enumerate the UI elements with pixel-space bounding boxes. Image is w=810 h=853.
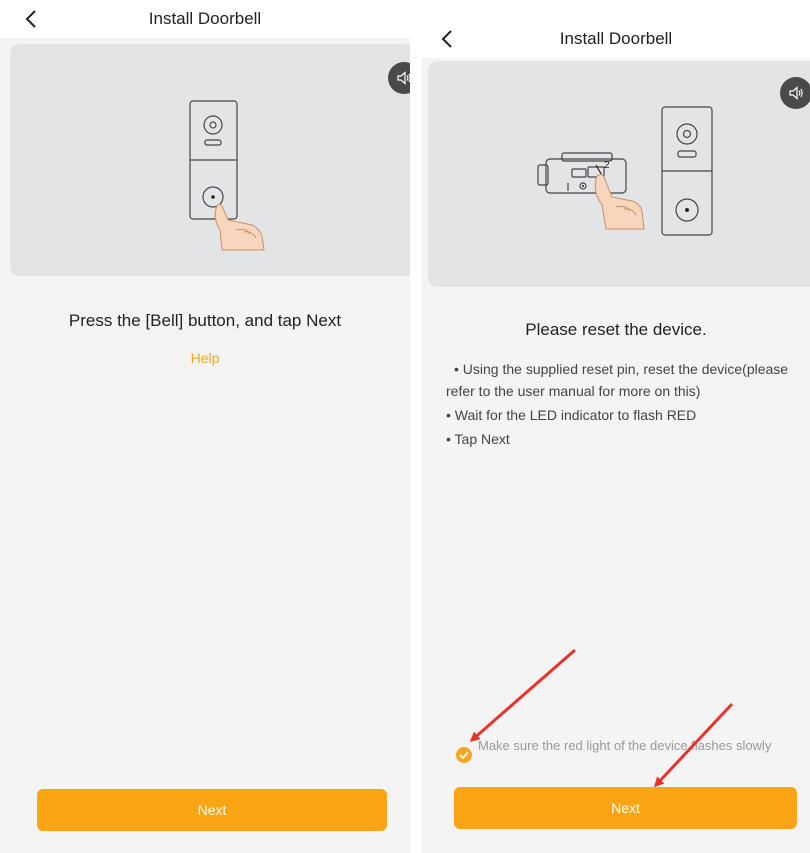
help-link[interactable]: Help bbox=[0, 350, 410, 366]
header-bar: Install Doorbell bbox=[0, 0, 410, 38]
header-bar: Install Doorbell bbox=[422, 0, 810, 58]
device-reset-illustration: 2 1 bbox=[428, 61, 810, 287]
confirm-checkbox[interactable] bbox=[456, 747, 472, 763]
reset-steps-list: • Using the supplied reset pin, reset th… bbox=[446, 358, 796, 452]
doorbell-bell-press-image bbox=[189, 100, 265, 251]
reset-step: • Wait for the LED indicator to flash RE… bbox=[446, 407, 697, 423]
next-button[interactable]: Next bbox=[454, 787, 797, 829]
reset-step: • Using the supplied reset pin, reset th… bbox=[446, 361, 789, 399]
instruction-text: Press the [Bell] button, and tap Next bbox=[68, 311, 342, 330]
speaker-icon bbox=[789, 86, 803, 100]
doorbell-press-illustration bbox=[10, 44, 410, 276]
sound-button[interactable] bbox=[780, 77, 810, 109]
page-title: Install Doorbell bbox=[148, 9, 262, 28]
screen-press-bell: Install Doorbell Press the [Bell] button… bbox=[0, 0, 410, 853]
confirm-label: Make sure the red light of the device fl… bbox=[478, 738, 772, 753]
speaker-icon bbox=[397, 71, 410, 85]
device-label-2: 2 bbox=[604, 160, 610, 171]
device-reset-image: 2 1 bbox=[537, 106, 713, 236]
check-icon bbox=[459, 751, 469, 759]
instruction-text: Please reset the device. bbox=[525, 320, 707, 339]
confirm-red-light-row[interactable]: Make sure the red light of the device fl… bbox=[456, 738, 800, 763]
screen-reset-device: Install Doorbell 2 1 bbox=[422, 0, 810, 853]
reset-step: • Tap Next bbox=[446, 431, 510, 447]
page-title: Install Doorbell bbox=[559, 29, 673, 48]
next-button[interactable]: Next bbox=[37, 789, 387, 831]
